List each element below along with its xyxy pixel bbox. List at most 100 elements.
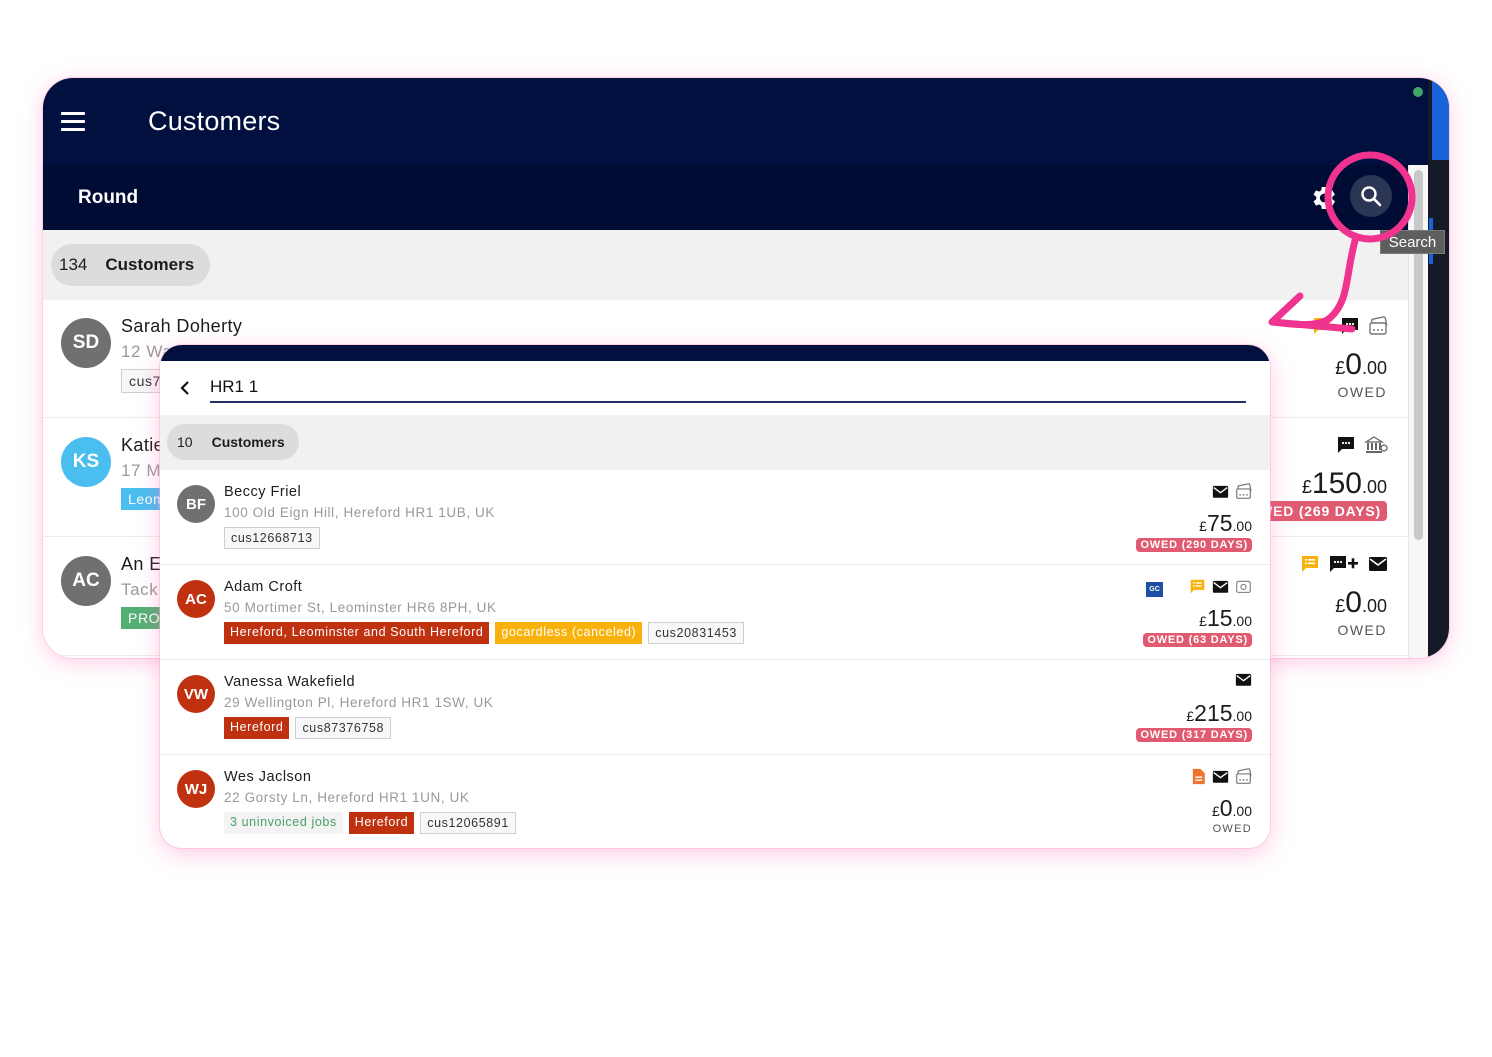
amount-whole: 0	[1345, 348, 1362, 381]
card-icon[interactable]	[1368, 316, 1388, 341]
amount-owed: £0.00	[1335, 348, 1387, 382]
owed-days-badge: OWED (63 DAYS)	[1143, 633, 1252, 647]
amount-whole: 215	[1194, 700, 1233, 726]
card-icon[interactable]	[1235, 483, 1252, 505]
customer-status-icons: GC	[1146, 578, 1252, 600]
search-button[interactable]	[1350, 175, 1392, 217]
customer-tag: gocardless (canceled)	[495, 622, 643, 644]
app-bar: Customers	[43, 78, 1428, 165]
mail-icon[interactable]	[1235, 673, 1252, 692]
customer-address: 100 Old Eign Hill, Hereford HR1 1UB, UK	[224, 505, 496, 520]
customer-status-icons	[1312, 316, 1388, 341]
cash-icon[interactable]	[1235, 578, 1252, 600]
owed-label: OWED	[1337, 384, 1387, 400]
hamburger-menu-icon[interactable]	[61, 112, 85, 132]
amount-cents: .00	[1232, 613, 1252, 629]
back-arrow-icon[interactable]	[178, 379, 192, 397]
amount-whole: 75	[1206, 510, 1233, 536]
result-count: 10	[177, 434, 193, 450]
chat-icon[interactable]	[1336, 435, 1356, 460]
amount-owed: £15.00	[1199, 605, 1252, 632]
notes-icon[interactable]	[1189, 578, 1206, 600]
notes-icon[interactable]	[1312, 316, 1332, 341]
amount-cents: .00	[1232, 708, 1252, 724]
avatar: WJ	[177, 770, 215, 808]
customer-tags: Hereford, Leominster and South Hereford g…	[224, 622, 744, 644]
avatar: KS	[61, 437, 111, 487]
mail-icon[interactable]	[1212, 485, 1229, 504]
customer-count-strip: 134 Customers	[43, 230, 1408, 300]
search-results-window: 10 Customers BF Beccy Friel 100 Old Eign…	[160, 345, 1270, 848]
customer-name[interactable]: Vanessa Wakefield	[224, 674, 355, 690]
amount-cents: .00	[1232, 803, 1252, 819]
result-count-label: Customers	[211, 434, 285, 450]
scrollbar-thumb[interactable]	[1414, 170, 1423, 540]
customer-name[interactable]: An E	[121, 554, 162, 575]
customer-tags: cus12668713	[224, 527, 320, 549]
customer-name[interactable]: Beccy Friel	[224, 484, 301, 500]
customer-tags: Hereford cus87376758	[224, 717, 392, 739]
gocardless-icon[interactable]: GC	[1146, 581, 1183, 597]
search-input[interactable]	[210, 373, 1246, 403]
amount-whole: 15	[1206, 605, 1233, 631]
mail-icon[interactable]	[1368, 556, 1388, 577]
customer-status-icons	[1336, 435, 1388, 460]
round-label: Round	[78, 187, 139, 208]
search-header-bar	[160, 345, 1270, 361]
currency-symbol: £	[1335, 358, 1346, 378]
sub-toolbar: Round	[43, 165, 1428, 230]
customer-row[interactable]: WJ Wes Jaclson 22 Gorsty Ln, Hereford HR…	[160, 755, 1270, 848]
customer-tag: cus12668713	[224, 527, 320, 549]
add-comment-icon[interactable]	[1328, 554, 1360, 579]
amount-whole: 150	[1311, 467, 1362, 500]
owed-days-badge: OWED (290 DAYS)	[1136, 538, 1252, 552]
customer-address: 29 Wellington Pl, Hereford HR1 1SW, UK	[224, 695, 494, 710]
result-count-chip[interactable]: 10 Customers	[167, 424, 299, 460]
mail-icon[interactable]	[1212, 770, 1229, 789]
gear-icon[interactable]	[1308, 183, 1338, 213]
customer-name[interactable]: Adam Croft	[224, 579, 302, 595]
customer-name[interactable]: Katie	[121, 435, 164, 456]
customer-status-icons	[1212, 483, 1252, 505]
page-title: Customers	[148, 106, 281, 136]
mail-icon[interactable]	[1212, 580, 1229, 599]
amount-whole: 0	[1219, 795, 1233, 821]
customer-row[interactable]: BF Beccy Friel 100 Old Eign Hill, Herefo…	[160, 470, 1270, 565]
avatar: BF	[177, 485, 215, 523]
amount-owed: £75.00	[1199, 510, 1252, 537]
document-icon[interactable]	[1192, 768, 1206, 790]
chat-icon[interactable]	[1340, 316, 1360, 341]
search-bar	[160, 361, 1270, 415]
amount-whole: 0	[1345, 586, 1362, 619]
card-icon[interactable]	[1235, 768, 1252, 790]
avatar: VW	[177, 675, 215, 713]
search-icon	[1361, 186, 1382, 207]
owed-days-badge: OWED (317 DAYS)	[1136, 728, 1252, 742]
amount-owed: £0.00	[1335, 586, 1387, 620]
notes-icon[interactable]	[1300, 554, 1320, 579]
customer-status-icons	[1235, 673, 1252, 692]
amount-cents: .00	[1361, 477, 1387, 497]
customer-row[interactable]: AC Adam Croft 50 Mortimer St, Leominster…	[160, 565, 1270, 660]
customer-name[interactable]: Sarah Doherty	[121, 316, 242, 337]
currency-symbol: £	[1199, 518, 1207, 534]
customer-count-chip[interactable]: 134 Customers	[51, 244, 211, 286]
currency-symbol: £	[1186, 708, 1195, 724]
customer-count: 134	[59, 255, 88, 274]
customer-tag: cus87376758	[295, 717, 392, 739]
avatar: AC	[61, 556, 111, 606]
customer-tag: Hereford, Leominster and South Hereford	[224, 622, 490, 644]
customer-tag: Hereford	[348, 812, 415, 834]
customer-name[interactable]: Wes Jaclson	[224, 769, 311, 785]
customer-status-icons	[1192, 768, 1252, 790]
currency-symbol: £	[1301, 477, 1312, 497]
customer-row[interactable]: VW Vanessa Wakefield 29 Wellington Pl, H…	[160, 660, 1270, 755]
customer-address: Tack	[121, 580, 159, 599]
bank-icon[interactable]	[1363, 435, 1388, 460]
amount-cents: .00	[1232, 518, 1252, 534]
owed-label: OWED	[1212, 823, 1252, 835]
owed-days-badge: WED (269 DAYS)	[1253, 501, 1387, 521]
customer-tag: cus12065891	[420, 812, 516, 834]
status-indicator-dot	[1413, 87, 1423, 97]
side-panel-edge	[1428, 78, 1449, 658]
